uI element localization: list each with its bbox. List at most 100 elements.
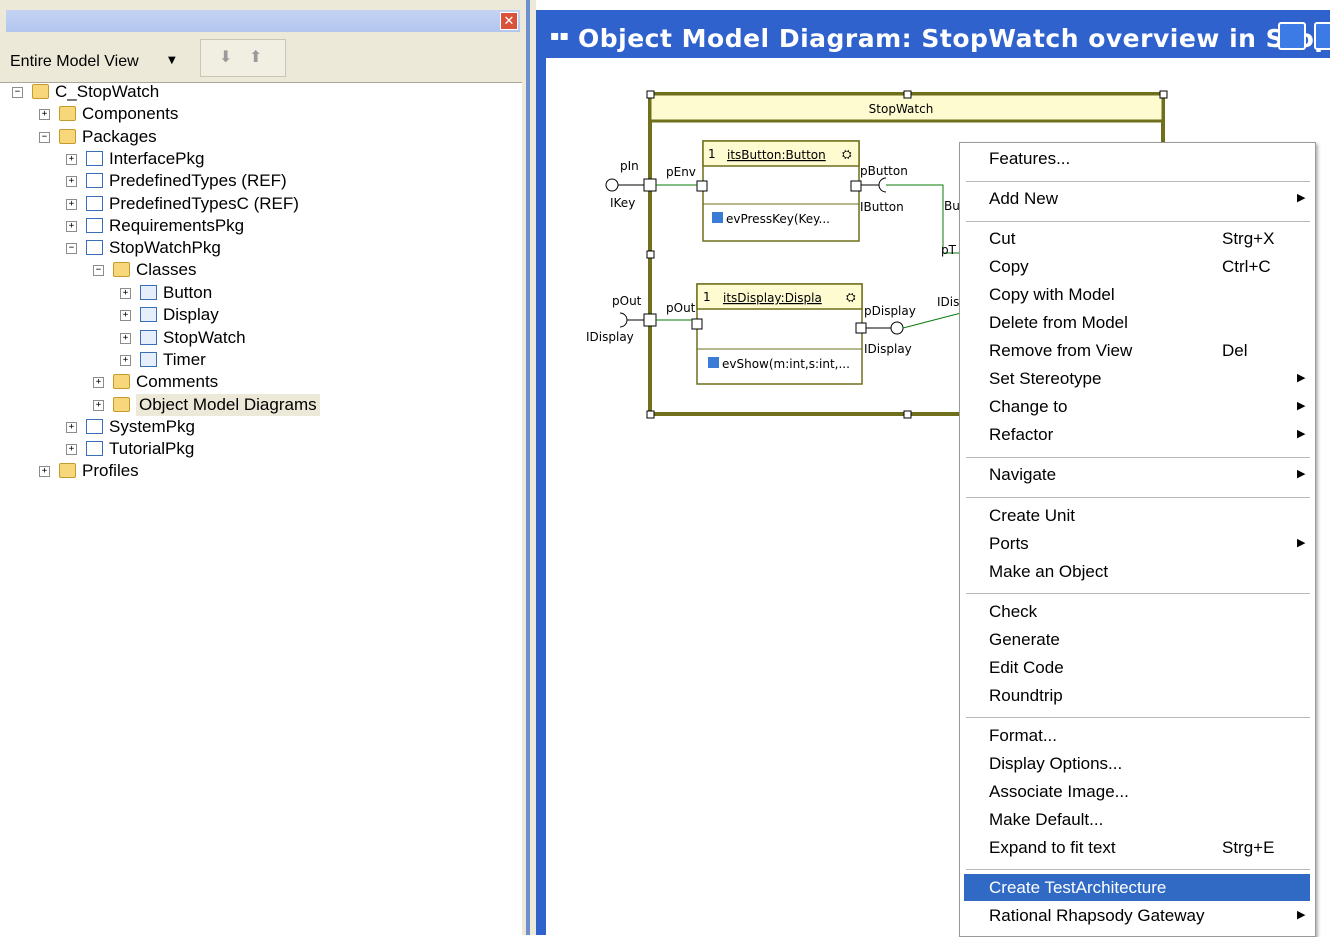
menu-item-label: Copy (989, 257, 1029, 276)
port-label: pIn (620, 159, 639, 173)
collapse-icon[interactable]: − (66, 243, 77, 254)
button-part-name: itsButton:Button (727, 148, 826, 162)
expand-icon[interactable]: + (120, 333, 131, 344)
browser-title-bar (6, 10, 520, 32)
arrow-down-icon[interactable]: ⬇ (219, 47, 232, 66)
menu-item-make-an-object[interactable]: Make an Object (964, 558, 1310, 585)
expand-icon[interactable]: + (39, 109, 50, 120)
menu-item-delete-from-model[interactable]: Delete from Model (964, 309, 1310, 336)
collapse-icon[interactable]: − (12, 87, 23, 98)
expand-icon[interactable]: + (120, 288, 131, 299)
menu-item-create-testarchitecture[interactable]: Create TestArchitecture (964, 874, 1310, 901)
menu-separator (966, 717, 1310, 719)
expand-icon[interactable]: + (120, 310, 131, 321)
folder-icon (59, 129, 76, 144)
menu-item-edit-code[interactable]: Edit Code (964, 654, 1310, 681)
menu-item-label: Edit Code (989, 658, 1064, 677)
menu-item-cut[interactable]: Cut Strg+X (964, 225, 1310, 252)
display-operation: evShow(m:int,s:int,... (722, 357, 850, 371)
menu-item-refactor[interactable]: Refactor ▶ (964, 421, 1310, 448)
diagram-icon: ▪▪ (550, 28, 569, 44)
tree-item-label: PredefinedTypes (REF) (109, 171, 287, 190)
menu-item-features[interactable]: Features... (964, 145, 1310, 172)
package-icon (86, 240, 103, 255)
button-part[interactable]: 1 itsButton:Button ⛭ evPressKey(Key... (702, 140, 860, 242)
part-icon: ⛭ (846, 290, 856, 304)
expand-icon[interactable]: + (93, 400, 104, 411)
expand-icon[interactable]: + (93, 377, 104, 388)
menu-shortcut: Strg+X (1222, 229, 1275, 248)
collapse-icon[interactable]: − (93, 265, 104, 276)
chevron-down-icon[interactable]: ▼ (168, 55, 176, 66)
menu-item-ports[interactable]: Ports ▶ (964, 530, 1310, 557)
menu-shortcut: Ctrl+C (1222, 257, 1271, 276)
menu-item-remove-from-view[interactable]: Remove from View Del (964, 337, 1310, 364)
menu-item-label: Make an Object (989, 562, 1109, 581)
close-icon[interactable]: ✕ (500, 12, 518, 30)
menu-item-create-unit[interactable]: Create Unit (964, 502, 1310, 529)
class-icon (140, 285, 157, 300)
menu-item-copy-with-model[interactable]: Copy with Model (964, 281, 1310, 308)
tree-item-label: StopWatch (163, 328, 246, 347)
tree-item-label: Classes (136, 260, 197, 279)
folder-icon (59, 106, 76, 121)
menu-separator (966, 497, 1310, 499)
tree-item-label: Components (82, 104, 179, 123)
expand-icon[interactable]: + (66, 422, 77, 433)
menu-item-expand-to-fit-text[interactable]: Expand to fit text Strg+E (964, 834, 1310, 861)
expand-icon[interactable]: + (120, 355, 131, 366)
menu-item-label: Delete from Model (989, 313, 1128, 332)
tree-item-label: C_StopWatch (55, 82, 160, 101)
expand-icon[interactable]: + (66, 444, 77, 455)
menu-item-display-options[interactable]: Display Options... (964, 750, 1310, 777)
class-icon (140, 352, 157, 367)
tree-item-label: Object Model Diagrams (136, 394, 320, 416)
menu-separator (966, 593, 1310, 595)
menu-item-associate-image[interactable]: Associate Image... (964, 778, 1310, 805)
arrow-up-icon[interactable]: ⬆ (249, 47, 262, 66)
minimize-button[interactable] (1278, 22, 1306, 50)
menu-item-label: Generate (989, 630, 1060, 649)
menu-separator (966, 869, 1310, 871)
port-label: pOut (612, 294, 642, 308)
maximize-button[interactable] (1314, 22, 1330, 50)
menu-item-label: Add New (989, 189, 1058, 208)
expand-icon[interactable]: + (66, 199, 77, 210)
menu-item-roundtrip[interactable]: Roundtrip (964, 682, 1310, 709)
menu-item-set-stereotype[interactable]: Set Stereotype ▶ (964, 365, 1310, 392)
menu-item-label: Copy with Model (989, 285, 1115, 304)
model-browser: ✕ Entire Model View ▼ ⬇ ⬆ − C_StopWatch + C… (0, 0, 522, 935)
expand-icon[interactable]: + (66, 221, 77, 232)
menu-item-rational-rhapsody-gateway[interactable]: Rational Rhapsody Gateway ▶ (964, 902, 1310, 929)
menu-item-change-to[interactable]: Change to ▶ (964, 393, 1310, 420)
port-label: IKey (610, 196, 635, 210)
package-icon (86, 441, 103, 456)
port-label: pOut (666, 301, 696, 315)
display-part[interactable]: 1 itsDisplay:Displa ⛭ evShow(m:int,s:int… (696, 283, 863, 385)
port-label: IDis (937, 295, 959, 309)
port-label: IDisplay (586, 330, 634, 344)
package-icon (86, 196, 103, 211)
menu-item-generate[interactable]: Generate (964, 626, 1310, 653)
expand-icon[interactable]: + (66, 154, 77, 165)
menu-item-add-new[interactable]: Add New ▶ (964, 185, 1310, 212)
menu-item-format[interactable]: Format... (964, 722, 1310, 749)
expand-icon[interactable]: + (66, 176, 77, 187)
tree-item-label: Display (163, 305, 219, 324)
menu-item-navigate[interactable]: Navigate ▶ (964, 461, 1310, 488)
expand-icon[interactable]: + (39, 466, 50, 477)
menu-item-label: Remove from View (989, 341, 1133, 360)
menu-item-label: Cut (989, 229, 1016, 248)
port-label: Bu (944, 199, 960, 213)
nav-buttons: ⬇ ⬆ (200, 39, 286, 77)
submenu-arrow-icon: ▶ (1297, 537, 1306, 549)
tree-item-label: Packages (82, 127, 157, 146)
collapse-icon[interactable]: − (39, 132, 50, 143)
menu-item-check[interactable]: Check (964, 598, 1310, 625)
menu-item-copy[interactable]: Copy Ctrl+C (964, 253, 1310, 280)
menu-item-label: Format... (989, 726, 1058, 745)
menu-item-label: Features... (989, 149, 1071, 168)
menu-item-label: Roundtrip (989, 686, 1063, 705)
view-select[interactable]: Entire Model View (10, 53, 139, 71)
menu-item-make-default[interactable]: Make Default... (964, 806, 1310, 833)
